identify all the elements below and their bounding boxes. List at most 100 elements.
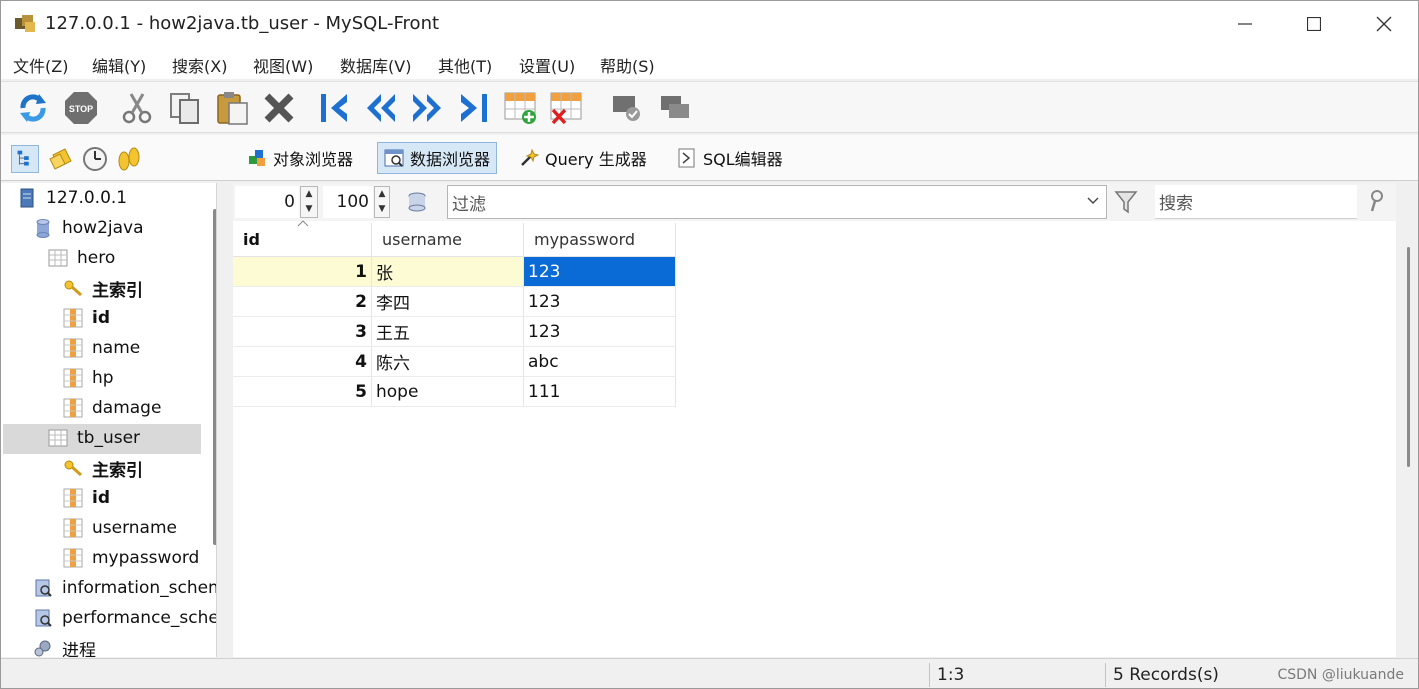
- system-database-icon: [35, 609, 52, 627]
- spinner-up-icon[interactable]: ▲: [301, 187, 317, 202]
- close-icon: [1376, 16, 1392, 32]
- column-header-id[interactable]: id: [233, 220, 372, 257]
- field-icon: [63, 368, 83, 388]
- tree-node-field-mypassword[interactable]: mypassword: [63, 544, 199, 572]
- cancel-icon[interactable]: [657, 90, 693, 126]
- search-run-icon[interactable]: [1365, 189, 1387, 215]
- tree-node-primary-index[interactable]: 主索引: [63, 454, 143, 482]
- chevron-down-icon[interactable]: [1086, 194, 1100, 208]
- tree-node-field-name[interactable]: name: [63, 334, 140, 362]
- copy-icon[interactable]: [167, 90, 203, 126]
- menu-help[interactable]: 帮助(S): [600, 53, 655, 77]
- table-cell-id[interactable]: 4: [233, 347, 372, 377]
- menu-edit[interactable]: 编辑(Y): [92, 53, 146, 77]
- status-separator: [929, 663, 930, 687]
- menu-other[interactable]: 其他(T): [438, 53, 492, 77]
- tab-data-browser[interactable]: 数据浏览器: [377, 142, 498, 174]
- navigator-toggle-icon[interactable]: [11, 145, 39, 173]
- tab-query-builder-label: Query 生成器: [545, 150, 647, 169]
- first-record-icon[interactable]: [317, 90, 353, 126]
- table-cell-id[interactable]: 5: [233, 377, 372, 407]
- history-clock-icon[interactable]: [81, 145, 109, 173]
- tree-node-field-damage[interactable]: damage: [63, 394, 161, 422]
- processes-icon: [34, 640, 51, 657]
- stop-icon[interactable]: STOP: [63, 90, 99, 126]
- column-header-mypassword[interactable]: mypassword: [524, 223, 676, 257]
- table-cell-username[interactable]: 陈六: [372, 347, 524, 377]
- menu-search[interactable]: 搜索(X): [172, 53, 227, 77]
- menu-settings[interactable]: 设置(U): [519, 53, 575, 77]
- spinner-down-icon[interactable]: ▼: [375, 202, 389, 217]
- table-cell-id[interactable]: 1: [233, 257, 372, 287]
- previous-record-icon[interactable]: [363, 90, 399, 126]
- tab-query-builder[interactable]: Query 生成器: [513, 142, 653, 174]
- next-record-icon[interactable]: [409, 90, 445, 126]
- insert-row-icon[interactable]: [503, 90, 539, 126]
- table-cell-id[interactable]: 2: [233, 287, 372, 317]
- table-cell-mypassword[interactable]: 123: [524, 317, 676, 347]
- table-cell-username[interactable]: 李四: [372, 287, 524, 317]
- minimize-icon: [1238, 23, 1252, 25]
- tree-node-database-information-schema[interactable]: information_schema: [33, 574, 216, 602]
- tree-node-field-id[interactable]: id: [63, 484, 110, 512]
- field-icon: [63, 518, 83, 538]
- table-cell-mypassword[interactable]: 123: [524, 287, 676, 317]
- filter-combobox[interactable]: 过滤: [447, 185, 1107, 219]
- filter-placeholder: 过滤: [452, 194, 486, 215]
- bookmarks-icon[interactable]: [47, 145, 75, 173]
- offset-input[interactable]: 0: [235, 186, 299, 218]
- query-builder-icon: [521, 148, 539, 166]
- table-cell-id[interactable]: 3: [233, 317, 372, 347]
- system-database-icon: [35, 579, 52, 597]
- column-header-username[interactable]: username: [372, 223, 524, 257]
- table-cell-username[interactable]: 张: [372, 257, 524, 287]
- cursor-position: 1:3: [937, 665, 965, 685]
- tree-node-server[interactable]: 127.0.0.1: [17, 184, 127, 212]
- last-record-icon[interactable]: [455, 90, 491, 126]
- close-button[interactable]: [1349, 1, 1418, 47]
- explorer-icon[interactable]: [115, 145, 143, 173]
- tree-scrollbar[interactable]: [213, 209, 216, 545]
- cut-icon[interactable]: [119, 90, 155, 126]
- object-browser-icon: [249, 150, 265, 166]
- menu-view[interactable]: 视图(W): [253, 53, 313, 77]
- delete-icon[interactable]: [261, 90, 297, 126]
- tree-node-table-tb-user[interactable]: tb_user: [48, 424, 140, 452]
- table-cell-mypassword-selected[interactable]: 123: [524, 257, 676, 287]
- tree-node-field-username[interactable]: username: [63, 514, 177, 542]
- tree-node-field-hp[interactable]: hp: [63, 364, 114, 392]
- minimize-button[interactable]: [1210, 1, 1280, 47]
- menu-bar: 文件(Z) 编辑(Y) 搜索(X) 视图(W) 数据库(V) 其他(T) 设置(…: [1, 47, 1418, 79]
- search-input[interactable]: 搜索: [1155, 185, 1357, 219]
- limit-input[interactable]: 100: [323, 186, 373, 218]
- limit-spinner[interactable]: ▲ ▼: [374, 186, 390, 218]
- spinner-down-icon[interactable]: ▼: [301, 202, 317, 217]
- tree-node-primary-index[interactable]: 主索引: [63, 274, 143, 302]
- post-icon[interactable]: [609, 90, 645, 126]
- tab-object-browser[interactable]: 对象浏览器: [241, 142, 359, 174]
- spinner-up-icon[interactable]: ▲: [375, 187, 389, 202]
- table-cell-mypassword[interactable]: 111: [524, 377, 676, 407]
- table-cell-username[interactable]: 王五: [372, 317, 524, 347]
- delete-row-icon[interactable]: [549, 90, 585, 126]
- menu-database[interactable]: 数据库(V): [340, 53, 411, 77]
- menu-file[interactable]: 文件(Z): [13, 53, 68, 77]
- key-icon: [64, 460, 82, 477]
- offset-spinner[interactable]: ▲ ▼: [300, 186, 318, 218]
- grid-scrollbar[interactable]: [1407, 247, 1410, 467]
- tree-node-database-performance-schema[interactable]: performance_schema: [33, 604, 216, 632]
- tree-node-database-how2java[interactable]: how2java: [33, 214, 144, 242]
- table-cell-username[interactable]: hope: [372, 377, 524, 407]
- tree-node-field-id[interactable]: id: [63, 304, 110, 332]
- tree-node-table-hero[interactable]: hero: [48, 244, 115, 272]
- maximize-button[interactable]: [1279, 1, 1349, 47]
- window-title: 127.0.0.1 - how2java.tb_user - MySQL-Fro…: [45, 13, 440, 34]
- refresh-icon[interactable]: [15, 90, 51, 126]
- data-browser-controls: 0 ▲ ▼ 100 ▲ ▼ 过滤 搜索: [233, 183, 1396, 221]
- tree-node-processes[interactable]: 进程: [33, 634, 96, 657]
- table-cell-mypassword[interactable]: abc: [524, 347, 676, 377]
- limit-toggle-icon[interactable]: [405, 190, 429, 214]
- paste-icon[interactable]: [215, 90, 251, 126]
- tab-sql-editor[interactable]: SQL编辑器: [671, 142, 789, 174]
- filter-funnel-icon[interactable]: [1113, 189, 1139, 215]
